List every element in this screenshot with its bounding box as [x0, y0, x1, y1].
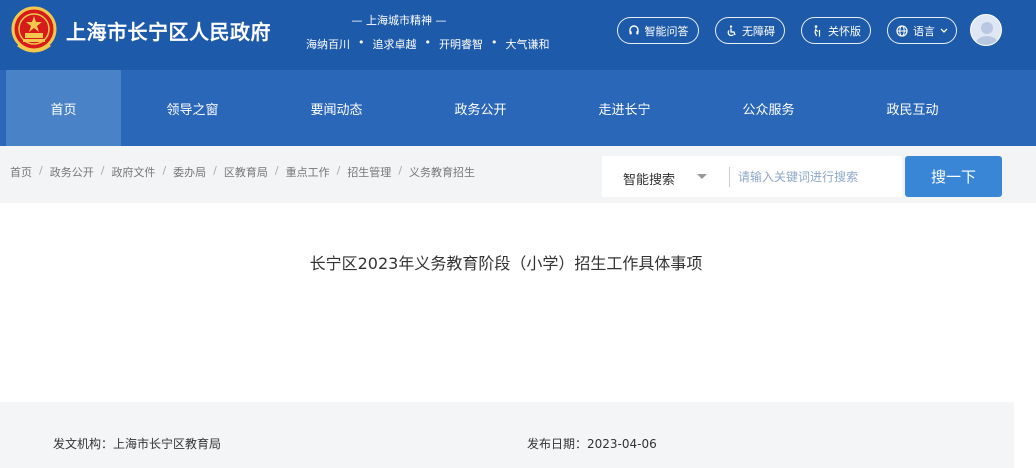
elder-person-icon: [814, 24, 821, 36]
nav-item-interaction[interactable]: 政民互动: [855, 70, 970, 146]
caret-down-icon[interactable]: [697, 174, 707, 179]
headset-icon: [628, 24, 639, 34]
city-spirit-item: 开明睿智: [439, 38, 483, 51]
document-meta-panel: 发文机构：上海市长宁区教育局 发布日期：2023-04-06: [0, 402, 1014, 468]
breadcrumb: 首页 / 政务公开 / 政府文件 / 委办局 / 区教育局 / 重点工作 / 招…: [10, 164, 475, 180]
language-label: 语言: [913, 24, 935, 38]
city-spirit-title: — 上海城市精神 —: [351, 14, 447, 27]
city-spirit-item: 追求卓越: [372, 38, 417, 51]
site-title[interactable]: 上海市长宁区人民政府: [66, 16, 271, 45]
breadcrumb-separator: /: [336, 164, 341, 177]
breadcrumb-separator: /: [213, 164, 217, 177]
city-spirit: — 上海城市精神 — 海纳百川 • 追求卓越 • 开明睿智 • 大气谦和: [306, 8, 576, 58]
user-avatar[interactable]: [970, 14, 1002, 46]
search-scope-select[interactable]: 智能搜索: [623, 169, 675, 188]
language-button[interactable]: 语言: [887, 17, 957, 44]
breadcrumb-item-current[interactable]: 义务教育招生: [409, 164, 475, 180]
nav-item-gov-affairs[interactable]: 政务公开: [423, 70, 538, 146]
main-nav: 首页 领导之窗 要闻动态 政务公开 走进长宁 公众服务 政民互动: [0, 70, 1036, 146]
separator-dot: •: [424, 36, 432, 49]
city-spirit-item: 海纳百川: [306, 38, 350, 51]
publish-date-label: 发布日期：: [527, 437, 588, 451]
nav-item-about-changning[interactable]: 走进长宁: [567, 70, 682, 146]
breadcrumb-item[interactable]: 区教育局: [224, 164, 268, 180]
accessibility-label: 无障碍: [742, 24, 775, 38]
search-box: 智能搜索: [602, 156, 902, 197]
breadcrumb-item[interactable]: 政府文件: [111, 164, 155, 180]
smart-qa-button[interactable]: 智能问答: [617, 17, 699, 44]
accessibility-button[interactable]: 无障碍: [715, 17, 785, 44]
issuer-label: 发文机构：: [53, 437, 114, 451]
nav-item-leadership[interactable]: 领导之窗: [135, 70, 250, 146]
breadcrumb-separator: /: [39, 164, 43, 177]
breadcrumb-item[interactable]: 招生管理: [347, 164, 391, 180]
breadcrumb-item[interactable]: 政务公开: [50, 164, 94, 180]
breadcrumb-separator: /: [100, 164, 105, 177]
issuer-field: 发文机构：上海市长宁区教育局: [53, 435, 221, 452]
breadcrumb-separator: /: [398, 164, 403, 177]
breadcrumb-separator: /: [274, 164, 279, 177]
national-emblem-icon[interactable]: [10, 5, 58, 55]
user-icon: [975, 22, 999, 45]
breadcrumb-item[interactable]: 首页: [10, 164, 32, 180]
search-input[interactable]: [738, 156, 898, 197]
chevron-down-icon: [940, 28, 948, 33]
elder-mode-label: 关怀版: [828, 24, 861, 38]
breadcrumb-item[interactable]: 委办局: [173, 164, 206, 180]
separator-dot: •: [491, 36, 498, 49]
city-spirit-items: 海纳百川 • 追求卓越 • 开明睿智 • 大气谦和: [306, 36, 550, 52]
publish-date-field: 发布日期：2023-04-06: [527, 435, 657, 452]
search-divider: [729, 167, 730, 187]
site-header: 上海市长宁区人民政府 — 上海城市精神 — 海纳百川 • 追求卓越 • 开明睿智…: [0, 0, 1036, 70]
issuer-value: 上海市长宁区教育局: [113, 437, 222, 451]
breadcrumb-bar: 首页 / 政务公开 / 政府文件 / 委办局 / 区教育局 / 重点工作 / 招…: [0, 146, 1036, 203]
publish-date-value: 2023-04-06: [587, 437, 657, 451]
breadcrumb-separator: /: [162, 164, 167, 177]
elder-mode-button[interactable]: 关怀版: [801, 17, 871, 44]
wheelchair-icon: [727, 24, 736, 36]
document-title: 长宁区2023年义务教育阶段（小学）招生工作具体事项: [309, 254, 703, 273]
search-button[interactable]: 搜一下: [905, 156, 1002, 197]
nav-item-public-service[interactable]: 公众服务: [711, 70, 826, 146]
nav-item-news[interactable]: 要闻动态: [279, 70, 394, 146]
nav-item-home[interactable]: 首页: [6, 70, 121, 146]
separator-dot: •: [358, 36, 365, 49]
globe-icon: [896, 24, 908, 37]
breadcrumb-item[interactable]: 重点工作: [286, 164, 330, 180]
city-spirit-item: 大气谦和: [505, 38, 550, 51]
smart-qa-label: 智能问答: [644, 24, 689, 38]
